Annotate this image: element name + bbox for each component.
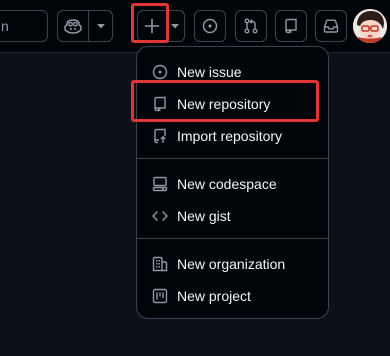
pull-requests-button[interactable] [235, 10, 267, 42]
plus-icon [144, 18, 160, 34]
menu-item-new-gist[interactable]: New gist [137, 200, 328, 232]
issues-button[interactable] [194, 10, 226, 42]
search-input[interactable]: n [0, 10, 48, 42]
issue-opened-icon [152, 64, 168, 80]
create-new-caret [166, 11, 184, 41]
menu-item-import-repository[interactable]: Import repository [137, 120, 328, 152]
organization-icon [152, 256, 168, 272]
copilot-button-group [57, 10, 113, 42]
menu-item-new-project[interactable]: New project [137, 280, 328, 312]
menu-item-new-repository[interactable]: New repository [137, 88, 328, 120]
codespaces-icon [152, 176, 168, 192]
menu-divider [137, 238, 328, 239]
repo-icon [283, 18, 299, 34]
copilot-icon [64, 18, 82, 34]
copilot-dropdown-button[interactable] [89, 11, 112, 41]
repo-icon [152, 96, 168, 112]
repositories-button[interactable] [275, 10, 307, 42]
menu-item-new-codespace[interactable]: New codespace [137, 168, 328, 200]
inbox-icon [323, 18, 339, 34]
repo-push-icon [152, 128, 168, 144]
menu-item-label: New organization [177, 256, 286, 272]
menu-item-label: Import repository [177, 128, 283, 144]
menu-divider [137, 158, 328, 159]
menu-item-label: New gist [177, 208, 231, 224]
create-new-plus [138, 11, 166, 41]
menu-item-new-issue[interactable]: New issue [137, 56, 328, 88]
issue-opened-icon [202, 18, 218, 34]
menu-item-new-organization[interactable]: New organization [137, 248, 328, 280]
git-pull-request-icon [243, 18, 259, 34]
user-avatar[interactable] [353, 9, 387, 43]
code-icon [152, 208, 168, 224]
inbox-button[interactable] [315, 10, 347, 42]
copilot-button[interactable] [58, 11, 90, 41]
menu-item-label: New issue [177, 64, 242, 80]
menu-item-label: New repository [177, 96, 271, 112]
menu-item-label: New codespace [177, 176, 277, 192]
search-input-text: n [1, 18, 9, 34]
create-new-button[interactable] [137, 10, 185, 42]
project-icon [152, 288, 168, 304]
menu-item-label: New project [177, 288, 251, 304]
create-new-menu: New issue New repository Import reposito… [136, 46, 329, 319]
triangle-down-icon [171, 23, 179, 29]
triangle-down-icon [96, 23, 105, 29]
